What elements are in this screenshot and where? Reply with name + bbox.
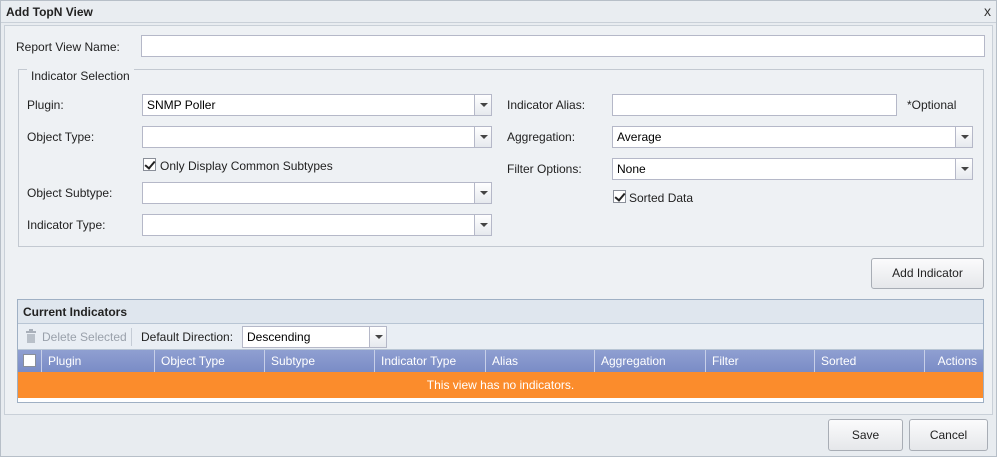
chevron-down-icon[interactable] bbox=[474, 95, 491, 115]
add-topn-view-dialog: Add TopN View x Report View Name: Indica… bbox=[0, 0, 997, 457]
sorted-data-label: Sorted Data bbox=[629, 191, 694, 205]
plugin-select[interactable]: SNMP Poller bbox=[142, 94, 492, 116]
object-type-select[interactable] bbox=[142, 126, 492, 148]
only-common-subtypes-checkbox[interactable] bbox=[143, 158, 156, 171]
chevron-down-icon[interactable] bbox=[369, 327, 386, 347]
column-header-plugin[interactable]: Plugin bbox=[41, 350, 154, 372]
dialog-title: Add TopN View bbox=[6, 5, 93, 19]
column-header-alias[interactable]: Alias bbox=[485, 350, 594, 372]
close-icon[interactable]: x bbox=[984, 3, 991, 19]
default-direction-label: Default Direction: bbox=[141, 330, 234, 344]
chevron-down-icon[interactable] bbox=[474, 183, 491, 203]
object-subtype-label: Object Subtype: bbox=[27, 186, 113, 200]
column-header-subtype[interactable]: Subtype bbox=[264, 350, 374, 372]
default-direction-value: Descending bbox=[247, 330, 311, 344]
chevron-down-icon[interactable] bbox=[474, 215, 491, 235]
column-header-object-type[interactable]: Object Type bbox=[154, 350, 264, 372]
plugin-label: Plugin: bbox=[27, 98, 64, 112]
current-indicators-header: Current Indicators bbox=[18, 300, 983, 324]
aggregation-select[interactable]: Average bbox=[612, 126, 973, 148]
indicator-type-label: Indicator Type: bbox=[27, 218, 106, 232]
current-indicators-toolbar: Delete Selected Default Direction: Desce… bbox=[18, 324, 983, 350]
indicator-selection-legend: Indicator Selection bbox=[27, 69, 134, 83]
add-indicator-button[interactable]: Add Indicator bbox=[871, 258, 984, 289]
object-subtype-select[interactable] bbox=[142, 182, 492, 204]
save-button[interactable]: Save bbox=[828, 419, 903, 451]
indicators-grid-header: Plugin Object Type Subtype Indicator Typ… bbox=[18, 350, 983, 372]
column-header-filter[interactable]: Filter bbox=[705, 350, 814, 372]
filter-options-value: None bbox=[617, 162, 646, 176]
sorted-data-checkbox[interactable] bbox=[613, 190, 626, 203]
chevron-down-icon[interactable] bbox=[955, 127, 972, 147]
plugin-value: SNMP Poller bbox=[147, 98, 216, 112]
indicator-alias-input[interactable] bbox=[612, 94, 897, 116]
empty-indicators-message: This view has no indicators. bbox=[18, 372, 983, 398]
filter-options-label: Filter Options: bbox=[507, 162, 582, 176]
delete-selected-button[interactable]: Delete Selected bbox=[42, 330, 127, 344]
chevron-down-icon[interactable] bbox=[955, 159, 972, 179]
indicator-alias-hint: *Optional bbox=[907, 98, 957, 112]
dialog-body: Report View Name: Indicator Selection Pl… bbox=[4, 25, 993, 415]
object-type-label: Object Type: bbox=[27, 130, 95, 144]
select-all-checkbox[interactable] bbox=[23, 354, 36, 367]
indicator-alias-label: Indicator Alias: bbox=[507, 98, 586, 112]
report-view-name-input[interactable] bbox=[141, 35, 985, 57]
column-header-indicator-type[interactable]: Indicator Type bbox=[374, 350, 485, 372]
indicator-type-select[interactable] bbox=[142, 214, 492, 236]
aggregation-label: Aggregation: bbox=[507, 130, 576, 144]
only-common-subtypes-label: Only Display Common Subtypes bbox=[160, 159, 333, 173]
aggregation-value: Average bbox=[617, 130, 662, 144]
default-direction-select[interactable]: Descending bbox=[242, 326, 387, 348]
cancel-button[interactable]: Cancel bbox=[909, 419, 988, 451]
column-header-aggregation[interactable]: Aggregation bbox=[594, 350, 705, 372]
column-header-sorted[interactable]: Sorted bbox=[814, 350, 924, 372]
toolbar-separator bbox=[131, 328, 132, 346]
dialog-titlebar: Add TopN View x bbox=[1, 1, 996, 23]
column-header-actions[interactable]: Actions bbox=[924, 350, 983, 372]
filter-options-select[interactable]: None bbox=[612, 158, 973, 180]
trash-icon bbox=[25, 329, 37, 346]
current-indicators-title: Current Indicators bbox=[23, 305, 128, 319]
report-view-name-label: Report View Name: bbox=[16, 40, 120, 54]
current-indicators-panel: Current Indicators Delete Selected Defau… bbox=[17, 299, 984, 403]
chevron-down-icon[interactable] bbox=[474, 127, 491, 147]
